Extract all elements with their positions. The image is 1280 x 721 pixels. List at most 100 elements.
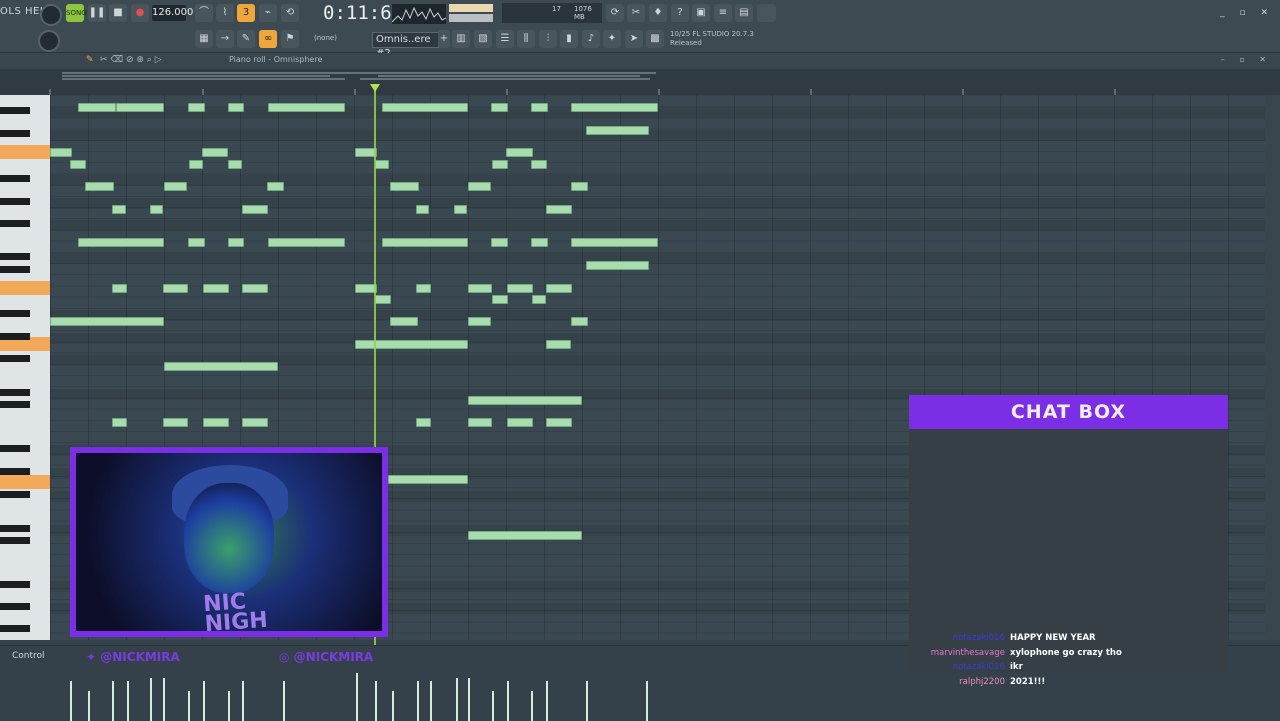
midi-note[interactable] [382,103,468,112]
black-key[interactable] [0,389,30,396]
velocity-bar[interactable] [127,681,129,721]
velocity-bar[interactable] [417,681,419,721]
midi-note[interactable] [228,238,244,247]
midi-note[interactable] [203,284,229,293]
midi-note[interactable] [112,284,127,293]
stamp-icon[interactable]: ⚑ [281,30,299,48]
midi-note[interactable] [267,182,284,191]
microphone-icon[interactable]: ♦ [649,4,667,22]
midi-note[interactable] [586,261,649,270]
channel-rack-icon[interactable]: ▤ [735,4,753,22]
velocity-bar[interactable] [375,681,377,721]
black-key[interactable] [0,625,30,632]
velocity-bar[interactable] [492,691,494,721]
timeline-ruler[interactable] [0,69,1280,95]
midi-note[interactable] [468,396,582,405]
black-key[interactable] [0,253,30,260]
midi-note[interactable] [268,103,345,112]
song-mode-button[interactable]: SONG [66,4,87,22]
add-pattern-icon[interactable]: + [438,30,450,48]
velocity-bar[interactable] [507,681,509,721]
midi-note[interactable] [242,284,268,293]
midi-note[interactable] [116,103,164,112]
midi-note[interactable] [571,317,588,326]
save-icon[interactable]: ▣ [692,4,710,22]
midi-note[interactable] [390,182,419,191]
midi-note[interactable] [163,418,188,427]
pattern-selector[interactable]: Omnis..ere #2 [372,32,439,59]
velocity-bar[interactable] [242,681,244,721]
black-key[interactable] [0,603,30,610]
playhead-marker-icon[interactable] [370,84,380,92]
channel-view-icon[interactable]: ⫶ [539,30,557,48]
midi-note[interactable] [242,418,268,427]
black-key[interactable] [0,355,30,362]
undo-history-icon[interactable]: ⟳ [606,4,624,22]
control-label[interactable]: Control [12,651,45,661]
news-icon[interactable]: ▩ [646,30,664,48]
velocity-bar[interactable] [586,681,588,721]
mixer-view-icon[interactable]: ⫼ [517,30,535,48]
browser-icon[interactable]: ☰ [496,30,514,48]
midi-note[interactable] [531,238,548,247]
midi-note[interactable] [164,362,278,371]
midi-note[interactable] [164,182,187,191]
velocity-bar[interactable] [163,678,165,721]
master-pitch-knob[interactable] [38,30,60,52]
tools-icon[interactable]: ✂ ⌫ ⊘ ⊕ ⌕ ▷ [100,55,162,65]
wait-icon[interactable]: ⌇ [216,4,234,22]
channel-selector[interactable]: (none) [314,34,337,42]
midi-note[interactable] [112,205,126,214]
midi-note[interactable] [468,182,491,191]
black-key[interactable] [0,130,30,137]
piano-keyboard[interactable] [0,95,50,640]
midi-note[interactable] [150,205,163,214]
help-icon[interactable]: ? [671,4,689,22]
vertical-scrollbar[interactable] [1265,95,1280,640]
step-edit-icon[interactable]: ⌁ [259,4,277,22]
midi-note[interactable] [492,295,508,304]
midi-note[interactable] [390,317,418,326]
playlist-icon[interactable]: ▥ [452,30,470,48]
midi-note[interactable] [228,160,242,169]
mixer-icon[interactable]: ≡ [714,4,732,22]
midi-note[interactable] [70,160,86,169]
velocity-bar[interactable] [356,673,358,721]
midi-note[interactable] [546,205,572,214]
stop-icon[interactable]: ■ [109,4,127,22]
countdown-icon[interactable]: 3 [237,4,255,22]
midi-note[interactable] [507,284,533,293]
pencil-tool-icon[interactable]: ✎ [86,55,94,65]
midi-note[interactable] [532,295,546,304]
velocity-bar[interactable] [70,681,72,721]
piano-roll-window-controls[interactable]: – ▫ ✕ [1221,55,1272,64]
plugin-picker-icon[interactable]: ▮ [560,30,578,48]
loop-record-icon[interactable]: ⟲ [281,4,299,22]
piano-roll-icon[interactable]: ▧ [474,30,492,48]
midi-note[interactable] [571,238,658,247]
velocity-bar[interactable] [112,681,114,721]
window-controls[interactable]: _ ▫ ✕ [1220,8,1274,18]
black-key[interactable] [0,107,30,114]
midi-note[interactable] [189,160,203,169]
forward-icon[interactable]: ➤ [625,30,643,48]
pause-icon[interactable]: ❚❚ [88,4,106,22]
velocity-bar[interactable] [392,691,394,721]
midi-note[interactable] [388,475,468,484]
midi-note[interactable] [112,418,127,427]
black-key[interactable] [0,198,30,205]
midi-note[interactable] [78,238,164,247]
midi-note[interactable] [491,103,508,112]
midi-note[interactable] [163,284,188,293]
midi-note[interactable] [531,103,548,112]
midi-note[interactable] [546,340,571,349]
black-key[interactable] [0,581,30,588]
midi-note[interactable] [202,148,228,157]
midi-note[interactable] [188,238,205,247]
midi-note[interactable] [546,418,572,427]
velocity-bar[interactable] [283,681,285,721]
velocity-bar[interactable] [546,681,548,721]
velocity-bar[interactable] [531,691,533,721]
velocity-bar[interactable] [646,681,648,721]
midi-note[interactable] [85,182,114,191]
